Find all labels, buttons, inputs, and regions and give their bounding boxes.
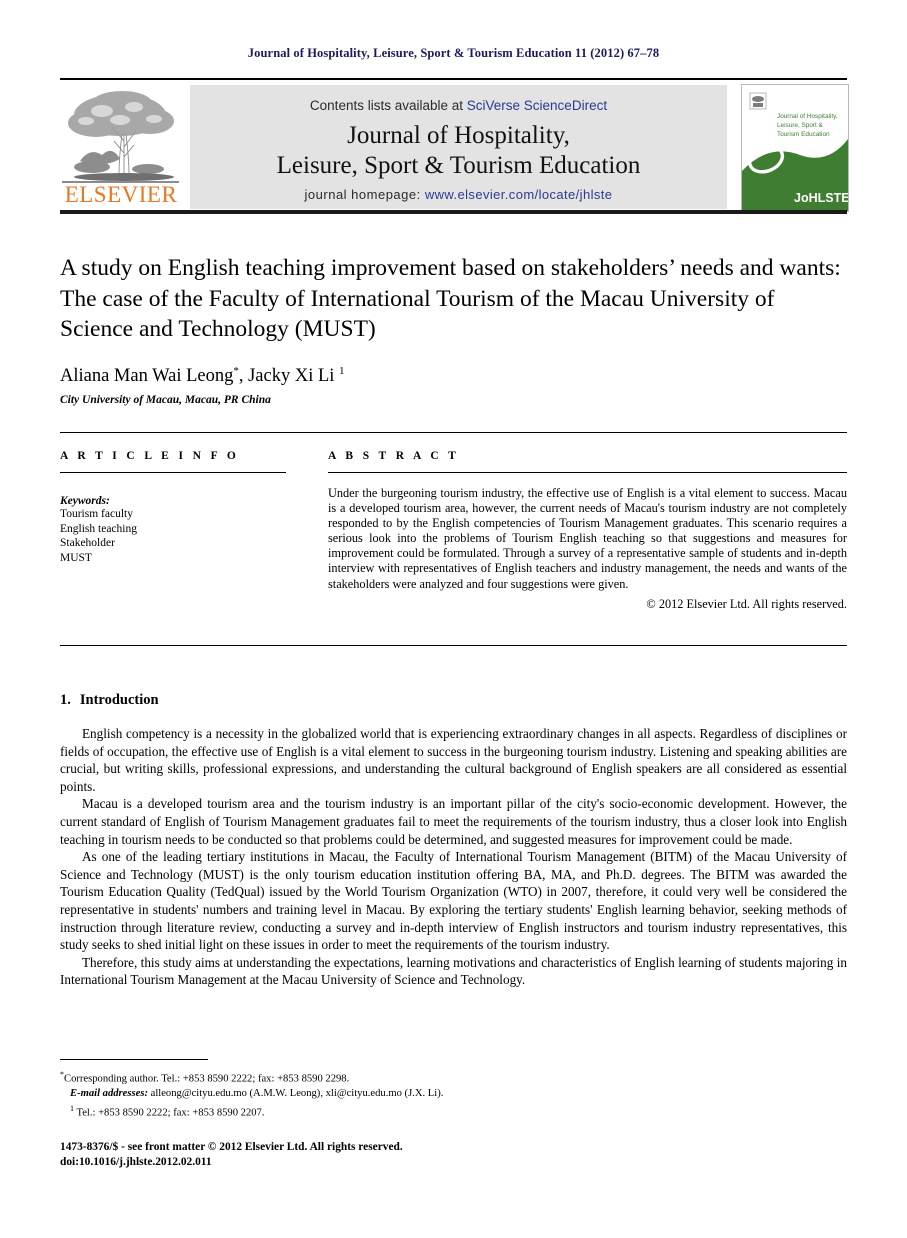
footnote-corresponding-text: Corresponding author. Tel.: +853 8590 22… bbox=[64, 1073, 350, 1085]
abstract-copyright: © 2012 Elsevier Ltd. All rights reserved… bbox=[646, 596, 847, 611]
colophon: 1473-8376/$ - see front matter © 2012 El… bbox=[60, 1140, 660, 1169]
section-heading: 1. Introduction bbox=[60, 692, 847, 709]
journal-title-line1: Journal of Hospitality, bbox=[347, 122, 570, 149]
contents-prefix: Contents lists available at bbox=[309, 98, 467, 113]
running-head: Journal of Hospitality, Leisure, Sport &… bbox=[247, 46, 660, 60]
issn-line: 1473-8376/$ - see front matter © 2012 El… bbox=[60, 1141, 403, 1153]
body-paragraph: As one of the leading tertiary instituti… bbox=[60, 849, 847, 953]
abstract-rule bbox=[328, 472, 847, 473]
author-2-marker[interactable]: 1 bbox=[339, 365, 345, 377]
elsevier-wordmark: ELSEVIER bbox=[64, 182, 178, 207]
page-title: A study on English teaching improvement … bbox=[60, 255, 841, 342]
elsevier-logo: ELSEVIER bbox=[60, 85, 182, 209]
journal-cover-art: Journal of Hospitality, Leisure, Sport &… bbox=[742, 85, 848, 211]
author-2: , Jacky Xi Li bbox=[238, 366, 340, 387]
body-paragraph: English competency is a necessity in the… bbox=[60, 726, 847, 794]
masthead-bottom-rule bbox=[60, 210, 847, 214]
contents-line: Contents lists available at SciVerse Sci… bbox=[190, 98, 727, 113]
keyword-item: Tourism faculty bbox=[60, 508, 133, 520]
abstract-heading: A B S T R A C T bbox=[328, 450, 460, 462]
footnote-block: *Corresponding author. Tel.: +853 8590 2… bbox=[60, 1068, 620, 1121]
email-values[interactable]: alleong@cityu.edu.mo (A.M.W. Leong), xli… bbox=[148, 1088, 444, 1099]
body-paragraph: Therefore, this study aims at understand… bbox=[60, 954, 847, 988]
info-bottom-rule bbox=[60, 645, 847, 646]
introduction-section: 1. Introduction English competency is a n… bbox=[60, 692, 847, 989]
body-paragraph: Macau is a developed tourism area and th… bbox=[60, 796, 847, 847]
doi-line[interactable]: doi:10.1016/j.jhlste.2012.02.011 bbox=[60, 1155, 660, 1170]
author-list: Aliana Man Wai Leong*, Jacky Xi Li 1 bbox=[60, 365, 850, 387]
homepage-label: journal homepage: bbox=[304, 187, 425, 202]
footnote-rule bbox=[60, 1059, 208, 1060]
footnote-corresponding: *Corresponding author. Tel.: +853 8590 2… bbox=[60, 1068, 620, 1087]
email-label: E-mail addresses: bbox=[70, 1088, 148, 1100]
section-number: 1. bbox=[60, 692, 71, 708]
elsevier-tree-icon bbox=[68, 91, 174, 181]
journal-title: Journal of Hospitality, Leisure, Sport &… bbox=[190, 121, 727, 181]
keyword-item: Stakeholder bbox=[60, 537, 115, 549]
footnote-emails: E-mail addresses: alleong@cityu.edu.mo (… bbox=[60, 1087, 620, 1102]
author-1: Aliana Man Wai Leong bbox=[60, 366, 234, 387]
keywords-label: Keywords: bbox=[60, 495, 110, 507]
article-info-rule bbox=[60, 472, 286, 473]
journal-homepage-line: journal homepage: www.elsevier.com/locat… bbox=[190, 187, 727, 202]
homepage-link[interactable]: www.elsevier.com/locate/jhlste bbox=[425, 187, 613, 202]
section-title: Introduction bbox=[79, 692, 159, 708]
journal-masthead: ELSEVIER Contents lists available at Sci… bbox=[60, 78, 849, 214]
sciencedirect-link[interactable]: SciVerse ScienceDirect bbox=[467, 98, 607, 113]
cover-title-line1: Journal of Hospitality, bbox=[777, 113, 838, 120]
footnote-tel-text: Tel.: +853 8590 2222; fax: +853 8590 220… bbox=[74, 1107, 265, 1119]
article-page: Journal of Hospitality, Leisure, Sport &… bbox=[0, 0, 907, 1238]
cover-abbrev: JoHLSTE bbox=[794, 191, 848, 205]
affiliation: City University of Macau, Macau, PR Chin… bbox=[60, 394, 271, 406]
journal-cover-thumbnail: Journal of Hospitality, Leisure, Sport &… bbox=[741, 84, 849, 212]
masthead-top-rule bbox=[60, 78, 847, 80]
info-top-rule bbox=[60, 432, 847, 433]
cover-title-line2: Leisure, Sport & bbox=[777, 122, 824, 129]
abstract-column: A B S T R A C T Under the burgeoning tou… bbox=[328, 450, 847, 612]
keyword-item: MUST bbox=[60, 551, 92, 564]
article-info-column: A R T I C L E I N F O Keywords: Tourism … bbox=[60, 450, 286, 565]
keyword-item: English teaching bbox=[60, 522, 137, 535]
masthead-banner: Contents lists available at SciVerse Sci… bbox=[190, 85, 727, 209]
journal-title-line2: Leisure, Sport & Tourism Education bbox=[276, 152, 641, 179]
cover-title-line3: Tourism Education bbox=[777, 131, 830, 138]
abstract-text: Under the burgeoning tourism industry, t… bbox=[328, 486, 847, 591]
article-info-heading: A R T I C L E I N F O bbox=[60, 450, 240, 462]
footnote-tel: 1 Tel.: +853 8590 2222; fax: +853 8590 2… bbox=[60, 1102, 620, 1121]
